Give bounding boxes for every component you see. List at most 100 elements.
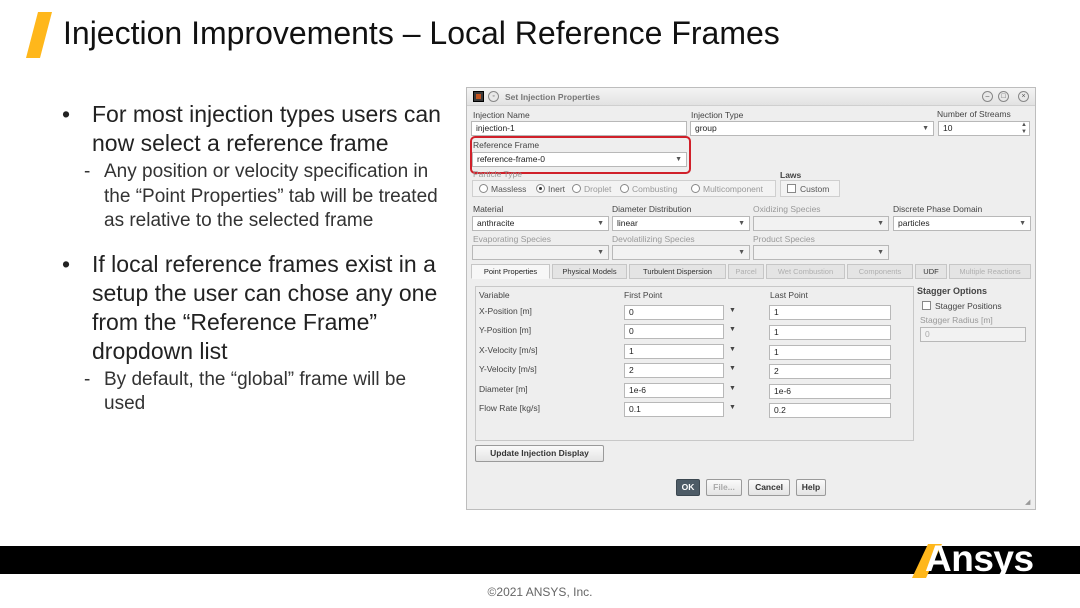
last-point-input[interactable]: 1: [769, 325, 891, 340]
dialog-titlebar[interactable]: ◦ Set Injection Properties – □ ×: [467, 88, 1035, 106]
devolatilizing-species-label: Devolatilizing Species: [612, 234, 695, 244]
stagger-positions-checkbox[interactable]: Stagger Positions: [922, 301, 1002, 311]
injection-name-input[interactable]: injection-1: [471, 121, 687, 136]
bullet-item: • If local reference frames exist in a se…: [62, 250, 438, 364]
discrete-phase-domain-select[interactable]: particles ▼: [893, 216, 1031, 231]
resize-grip-icon[interactable]: ◢: [1025, 499, 1033, 507]
evaporating-species-label: Evaporating Species: [473, 234, 551, 244]
tab-parcel[interactable]: Parcel: [728, 264, 764, 279]
first-point-input[interactable]: 2: [624, 363, 724, 378]
last-point-input[interactable]: 2: [769, 364, 891, 379]
tab-udf[interactable]: UDF: [915, 264, 947, 279]
chevron-down-icon: ▼: [877, 249, 884, 256]
sub-bullet-item: - By default, the “global” frame will be …: [84, 368, 407, 415]
chevron-down-icon: ▼: [1019, 220, 1026, 227]
diameter-distribution-select[interactable]: linear ▼: [612, 216, 750, 231]
first-point-input[interactable]: 1: [624, 344, 724, 359]
diameter-distribution-label: Diameter Distribution: [612, 204, 692, 214]
fluent-app-icon: [473, 91, 484, 102]
stagger-radius-input[interactable]: 0: [920, 327, 1026, 342]
product-species-select[interactable]: ▼: [753, 245, 889, 260]
file-button[interactable]: File...: [706, 479, 742, 496]
evaporating-species-select[interactable]: ▼: [472, 245, 609, 260]
radio-droplet[interactable]: Droplet: [572, 184, 611, 194]
ansys-logo-text: Ansys: [925, 538, 1034, 579]
title-accent-slash: [26, 12, 52, 58]
slide-title: Injection Improvements – Local Reference…: [63, 15, 780, 51]
chevron-down-icon[interactable]: ▼: [729, 365, 736, 372]
laws-label: Laws: [780, 170, 802, 180]
chevron-down-icon: ▼: [597, 249, 604, 256]
ok-button[interactable]: OK: [676, 479, 700, 496]
chevron-down-icon: ▼: [597, 220, 604, 227]
tab-wet-combustion[interactable]: Wet Combustion: [766, 264, 845, 279]
particle-type-group: Massless Inert Droplet Combusting Multic…: [472, 180, 776, 197]
last-point-input[interactable]: 1e-6: [769, 384, 891, 399]
particle-type-label: Particle Type: [473, 169, 522, 179]
dialog-title: Set Injection Properties: [505, 92, 600, 102]
stagger-radius-label: Stagger Radius [m]: [920, 315, 993, 325]
row-label: X-Position [m]: [479, 306, 532, 316]
chevron-down-icon[interactable]: ▼: [729, 346, 736, 353]
close-icon[interactable]: ×: [1018, 91, 1029, 102]
stagger-options-title: Stagger Options: [917, 286, 988, 296]
row-label: Y-Position [m]: [479, 325, 532, 335]
chevron-down-icon[interactable]: ▼: [729, 385, 736, 392]
last-point-input[interactable]: 1: [769, 305, 891, 320]
custom-checkbox[interactable]: Custom: [787, 184, 829, 194]
chevron-down-icon: ▼: [738, 220, 745, 227]
help-button[interactable]: Help: [796, 479, 826, 496]
update-injection-display-button[interactable]: Update Injection Display: [475, 445, 604, 462]
tab-physical-models[interactable]: Physical Models: [552, 264, 627, 279]
window-menu-icon[interactable]: ◦: [488, 91, 499, 102]
bullet-item: • For most injection types users can now …: [62, 101, 441, 156]
chevron-down-icon[interactable]: ▼: [729, 404, 736, 411]
set-injection-properties-dialog: ◦ Set Injection Properties – □ × Injecti…: [466, 87, 1036, 510]
chevron-down-icon: ▼: [877, 220, 884, 227]
injection-name-label: Injection Name: [473, 110, 530, 120]
point-properties-panel: Variable First Point Last Point X-Positi…: [475, 286, 914, 441]
tab-multiple-reactions[interactable]: Multiple Reactions: [949, 264, 1031, 279]
row-label: X-Velocity [m/s]: [479, 345, 538, 355]
maximize-icon[interactable]: □: [998, 91, 1009, 102]
injection-type-select[interactable]: group ▼: [690, 121, 934, 136]
last-point-input[interactable]: 1: [769, 345, 891, 360]
material-select[interactable]: anthracite ▼: [472, 216, 609, 231]
properties-tabs: Point Properties Physical Models Turbule…: [471, 264, 1031, 279]
first-point-input[interactable]: 0: [624, 305, 724, 320]
first-point-input[interactable]: 1e-6: [624, 383, 724, 398]
sub-bullet-item: - Any position or velocity specification …: [84, 161, 438, 231]
column-header-first-point: First Point: [624, 290, 663, 300]
number-of-streams-label: Number of Streams: [937, 109, 1011, 119]
stagger-options-panel: Stagger Options Stagger Positions Stagge…: [916, 286, 1030, 346]
row-label: Flow Rate [kg/s]: [479, 403, 540, 413]
product-species-label: Product Species: [753, 234, 815, 244]
first-point-input[interactable]: 0.1: [624, 402, 724, 417]
row-label: Y-Velocity [m/s]: [479, 364, 537, 374]
bullet-list: • For most injection types users can now …: [62, 100, 447, 433]
chevron-down-icon[interactable]: ▼: [729, 326, 736, 333]
first-point-input[interactable]: 0: [624, 324, 724, 339]
radio-multicomponent[interactable]: Multicomponent: [691, 184, 763, 194]
oxidizing-species-select[interactable]: ▼: [753, 216, 889, 231]
chevron-down-icon[interactable]: ▼: [729, 307, 736, 314]
tab-components[interactable]: Components: [847, 264, 913, 279]
tab-point-properties[interactable]: Point Properties: [471, 264, 550, 279]
chevron-down-icon: ▼: [922, 125, 929, 132]
stepper-arrows-icon[interactable]: ▲ ▼: [1021, 122, 1027, 135]
radio-combusting[interactable]: Combusting: [620, 184, 677, 194]
cancel-button[interactable]: Cancel: [748, 479, 790, 496]
laws-group: Custom: [780, 180, 840, 197]
radio-inert[interactable]: Inert: [536, 184, 565, 194]
tab-turbulent-dispersion[interactable]: Turbulent Dispersion: [629, 264, 726, 279]
radio-massless[interactable]: Massless: [479, 184, 526, 194]
oxidizing-species-label: Oxidizing Species: [753, 204, 821, 214]
copyright-text: ©2021 ANSYS, Inc.: [487, 585, 593, 599]
devolatilizing-species-select[interactable]: ▼: [612, 245, 750, 260]
row-label: Diameter [m]: [479, 384, 528, 394]
minimize-icon[interactable]: –: [982, 91, 993, 102]
number-of-streams-stepper[interactable]: 10 ▲ ▼: [938, 121, 1030, 136]
material-label: Material: [473, 204, 504, 214]
column-header-variable: Variable: [479, 290, 510, 300]
last-point-input[interactable]: 0.2: [769, 403, 891, 418]
